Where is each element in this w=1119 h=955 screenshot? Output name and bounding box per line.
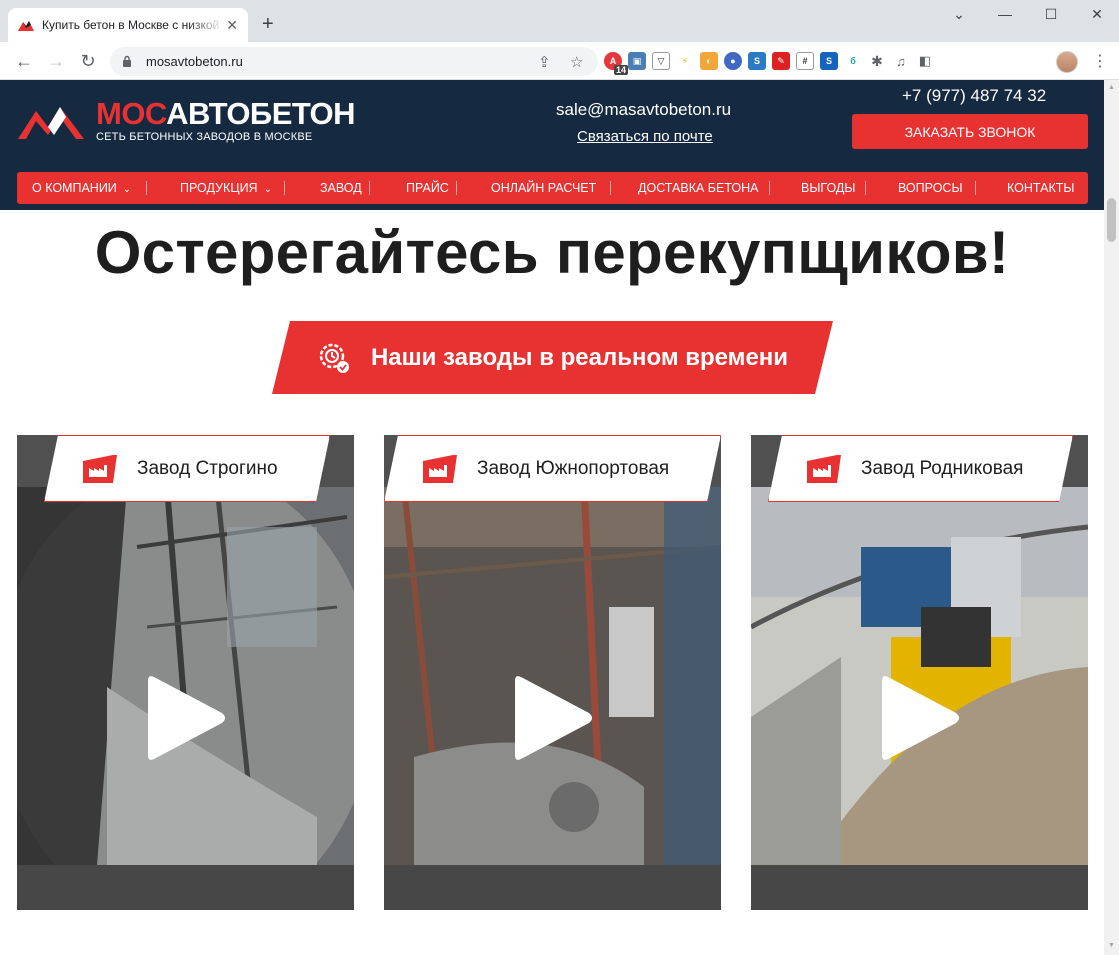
nav-item-delivery[interactable]: ДОСТАВКА БЕТОНА [638,181,759,195]
url-text: mosavtobeton.ru [146,54,243,69]
camera-label-yuzhnoportovaya: Завод Южнопортовая [384,435,721,502]
close-window-button[interactable]: ✕ [1082,6,1112,23]
browser-tab[interactable]: Купить бетон в Москве с низкой ценой ✕ [8,8,248,42]
lock-icon [122,55,136,69]
camera-card-footer [384,865,721,910]
phone-number[interactable]: +7 (977) 487 74 32 [902,86,1046,106]
realtime-factories-button[interactable]: Наши заводы в реальном времени [272,321,833,394]
screen-extension-icon[interactable]: ▣ [628,52,646,70]
back-button[interactable]: ← [13,50,35,72]
factory-icon [83,455,117,483]
palette-extension-icon[interactable]: ◐ [700,52,718,70]
new-tab-button[interactable]: + [262,14,274,34]
share-icon[interactable]: ⇪ [538,53,551,71]
media-control-icon[interactable]: ♫ [892,52,910,70]
page-headline: Остерегайтесь перекупщиков! [94,219,1010,286]
s-extension-icon[interactable]: S [748,52,766,70]
camera-card-yuzhnoportovaya[interactable]: Завод Южнопортовая [384,435,721,910]
factory-icon [423,455,457,483]
browser-titlebar: Купить бетон в Москве с низкой ценой ✕ +… [0,0,1119,42]
skype-extension-icon[interactable]: S [820,52,838,70]
lightning-extension-icon[interactable]: ⚡ [676,52,694,70]
puzzle-extension-icon[interactable]: ✱ [868,52,886,70]
camera-card-footer [17,865,354,910]
nav-item-online-calc[interactable]: ОНЛАЙН РАСЧЕТ [491,181,596,195]
camera-label-rodnikovaya: Завод Родниковая [768,435,1073,502]
profile-avatar[interactable] [1056,51,1078,73]
nav-item-benefits[interactable]: ВЫГОДЫ [801,181,855,195]
chevron-down-icon: ⌄ [122,184,132,195]
scroll-down-icon[interactable]: ▼ [1108,942,1115,949]
nav-divider [369,181,370,195]
lock-extension-icon[interactable]: б [844,52,862,70]
order-call-button[interactable]: ЗАКАЗАТЬ ЗВОНОК [852,114,1088,149]
nav-item-contacts[interactable]: КОНТАКТЫ [1007,181,1074,195]
realtime-button-label: Наши заводы в реальном времени [370,343,789,371]
shield-extension-icon[interactable]: ▽ [652,52,670,70]
play-icon[interactable] [146,673,226,763]
camera-card-footer [751,865,1088,910]
tab-search-icon[interactable]: ⌄ [944,6,974,23]
maximize-button[interactable]: ☐ [1036,6,1066,23]
tab-close-icon[interactable]: ✕ [226,17,238,33]
browser-toolbar: ← → ↻ mosavtobeton.ru ⇪ ☆ A 14 ▣ ▽ ⚡ ◐ ● … [0,42,1119,80]
nav-item-faq[interactable]: ВОПРОСЫ [898,181,963,195]
camera-label-strogino: Завод Строгино [44,435,330,502]
tab-title: Купить бетон в Москве с низкой ценой [42,18,224,32]
play-icon[interactable] [513,673,593,763]
minimize-button[interactable]: — [990,6,1020,22]
nav-divider [610,181,611,195]
browser-menu-icon[interactable]: ⋮ [1092,51,1108,71]
nav-divider [456,181,457,195]
camera-name: Завод Родниковая [861,457,1024,479]
nav-divider [769,181,770,195]
logo-subtitle: СЕТЬ БЕТОННЫХ ЗАВОДОВ В МОСКВЕ [96,131,313,143]
play-icon[interactable] [880,673,960,763]
side-panel-icon[interactable]: ◧ [916,52,934,70]
scroll-thumb[interactable] [1107,198,1116,242]
realtime-clock-icon [317,341,351,375]
nav-item-factory[interactable]: ЗАВОД [320,181,362,195]
chevron-down-icon: ⌄ [263,184,272,195]
logo-mountain-icon [18,106,84,139]
site-logo[interactable]: МОСАВТОБЕТОН СЕТЬ БЕТОННЫХ ЗАВОДОВ В МОС… [18,96,356,143]
camera-card-rodnikovaya[interactable]: Завод Родниковая [751,435,1088,910]
nav-divider [284,181,285,195]
logo-title: МОСАВТОБЕТОН [96,96,356,131]
main-nav: О КОМПАНИИ ⌄ ПРОДУКЦИЯ ⌄ ЗАВОД ПРАЙС ОНЛАЙ… [17,172,1088,204]
factory-icon [807,455,841,483]
site-header: МОСАВТОБЕТОН СЕТЬ БЕТОННЫХ ЗАВОДОВ В МОС… [0,80,1104,210]
site-favicon-icon [18,17,34,33]
contact-email[interactable]: sale@masavtobeton.ru [556,100,731,120]
pen-extension-icon[interactable]: ✎ [772,52,790,70]
nav-divider [146,181,147,195]
nav-item-price[interactable]: ПРАЙС [406,181,449,195]
counter-extension-icon[interactable]: # [796,52,814,70]
extensions-bar: A 14 ▣ ▽ ⚡ ◐ ● S ✎ # S б ✱ ♫ ◧ [604,48,934,75]
nav-divider [865,181,866,195]
page-scrollbar[interactable]: ▲ ▼ [1104,80,1119,955]
camera-card-strogino[interactable]: Завод Строгино [17,435,354,910]
forward-button[interactable]: → [45,50,67,72]
globe-extension-icon[interactable]: ● [724,52,742,70]
camera-name: Завод Южнопортовая [477,457,670,479]
camera-name: Завод Строгино [137,457,278,479]
address-bar[interactable]: mosavtobeton.ru ⇪ ☆ [110,47,598,76]
nav-item-products[interactable]: ПРОДУКЦИЯ ⌄ [180,181,272,195]
scroll-up-icon[interactable]: ▲ [1108,84,1115,91]
adblock-extension-icon[interactable]: A 14 [604,52,628,75]
reload-button[interactable]: ↻ [77,50,99,72]
nav-item-about[interactable]: О КОМПАНИИ ⌄ [32,181,131,195]
nav-divider [975,181,976,195]
contact-by-email-link[interactable]: Связаться по почте [577,128,713,145]
bookmark-star-icon[interactable]: ☆ [570,53,583,71]
adblock-badge: 14 [613,65,628,75]
